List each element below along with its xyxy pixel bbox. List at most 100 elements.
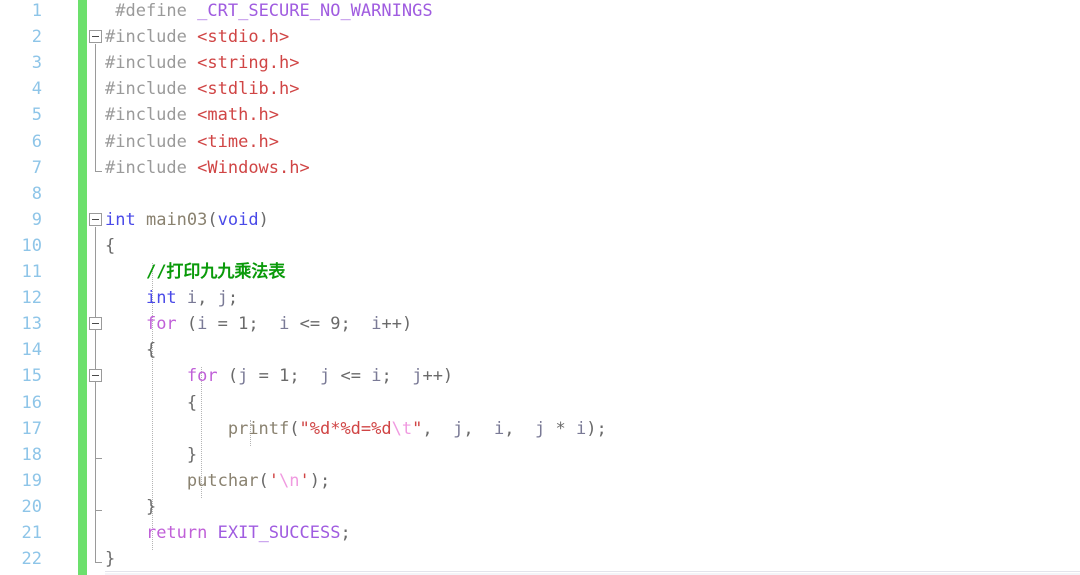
line-number: 15 <box>21 366 42 387</box>
code-line[interactable]: } <box>105 442 1080 468</box>
line-number: 19 <box>21 470 42 491</box>
code-line[interactable]: #include <math.h> <box>105 102 1080 128</box>
code-token-number: 1 <box>279 366 290 387</box>
code-line[interactable]: } <box>105 494 1080 520</box>
code-token-punct: ); <box>586 418 607 439</box>
code-token-punct: ; <box>248 314 280 335</box>
code-token-string: ' <box>299 470 310 491</box>
code-token-ident: j <box>535 418 546 439</box>
code-token-func: main03 <box>145 209 208 230</box>
code-token-pre: #include <box>105 157 187 178</box>
line-number: 9 <box>31 209 42 230</box>
line-number: 6 <box>31 131 42 152</box>
code-token-ident: i <box>371 314 382 335</box>
code-line[interactable]: //打印九九乘法表 <box>105 259 1080 285</box>
code-token-punct: = <box>207 314 239 335</box>
code-line[interactable]: int main03(void) <box>105 207 1080 233</box>
fold-region-end-tick <box>95 170 102 172</box>
line-number: 16 <box>21 392 42 413</box>
code-editor-view[interactable]: 1 2 3 4 5 6 7 8 9 10 11 12 13 14 15 16 17 18 19 20 21 22 #def… <box>0 0 1080 575</box>
code-line[interactable]: return EXIT_SUCCESS; <box>105 520 1080 546</box>
code-token-ident: i <box>186 288 198 309</box>
code-token-ident: j <box>217 288 228 309</box>
code-token-ident: i <box>371 366 382 387</box>
code-line[interactable]: { <box>105 233 1080 259</box>
line-number: 1 <box>31 1 42 21</box>
code-line[interactable]: int i, j; <box>105 285 1080 311</box>
fold-region-end-tick <box>95 562 102 564</box>
code-text-area[interactable]: #define _CRT_SECURE_NO_WARNINGS #include … <box>105 0 1080 575</box>
code-token-punct: ; <box>340 523 351 543</box>
code-token-punct: * <box>545 418 576 439</box>
code-token-punct: , <box>463 418 495 439</box>
code-line[interactable]: #include <stdio.h> <box>105 24 1080 50</box>
code-token-brace: } <box>145 496 157 517</box>
code-line[interactable]: #define _CRT_SECURE_NO_WARNINGS <box>105 0 1080 24</box>
line-number: 18 <box>21 444 42 465</box>
code-line[interactable]: for (j = 1; j <= i; j++) <box>105 363 1080 389</box>
code-token-pre: #include <box>105 53 187 74</box>
code-token-macro: _CRT_SECURE_NO_WARNINGS <box>197 1 433 21</box>
code-token-ident: j <box>238 366 249 387</box>
fold-toggle-function-main03[interactable] <box>89 212 102 226</box>
fold-toggle-include-block[interactable] <box>89 30 102 44</box>
fold-toggle-for-loop-inner[interactable] <box>89 369 102 383</box>
code-token-punct: ++) <box>422 366 454 387</box>
code-line[interactable]: #include <stdlib.h> <box>105 76 1080 102</box>
line-number: 12 <box>21 288 42 309</box>
fold-region-end-tick <box>95 510 102 512</box>
code-token-brace: { <box>186 392 198 413</box>
line-number-gutter: 1 2 3 4 5 6 7 8 9 10 11 12 13 14 15 16 17 18 19 20 21 22 <box>0 0 76 575</box>
code-line[interactable]: putchar('\n'); <box>105 468 1080 494</box>
line-number: 11 <box>21 262 42 282</box>
code-token-number: 1 <box>238 314 249 335</box>
code-line[interactable] <box>105 181 1080 207</box>
code-token-punct: ); <box>309 470 331 491</box>
code-line[interactable]: { <box>105 390 1080 416</box>
code-token-include: <time.h> <box>197 131 280 152</box>
change-indicator-bar <box>78 0 87 575</box>
line-number: 2 <box>31 27 42 48</box>
code-token-ident: i <box>575 418 587 439</box>
code-token-include: <Windows.h> <box>197 157 310 178</box>
code-line[interactable]: } <box>105 546 1080 572</box>
line-number: 22 <box>21 549 42 570</box>
code-line[interactable]: { <box>105 337 1080 363</box>
code-line[interactable]: for (i = 1; i <= 9; i++) <box>105 311 1080 337</box>
code-line[interactable]: printf("%d*%d=%d\t", j, i, j * i); <box>105 416 1080 442</box>
code-token-string: " <box>412 418 423 439</box>
fold-toggle-for-loop-outer[interactable] <box>89 317 102 331</box>
code-token-punct: , <box>504 418 536 439</box>
code-line[interactable]: #include <Windows.h> <box>105 155 1080 181</box>
line-number: 3 <box>31 53 42 74</box>
code-token-escape: \n <box>279 470 300 491</box>
code-token-macro: EXIT_SUCCESS <box>217 523 341 543</box>
code-token-punct: , <box>197 288 208 309</box>
line-number: 13 <box>21 314 42 335</box>
code-token-escape: \t <box>391 418 413 439</box>
code-token-comment: //打印九九乘法表 <box>145 262 286 282</box>
code-folding-margin[interactable] <box>87 0 105 575</box>
code-token-pre: #include <box>105 131 187 152</box>
code-token-pre: #include <box>105 27 187 48</box>
code-token-punct: ; <box>340 314 372 335</box>
fold-region-end-tick <box>95 457 102 459</box>
code-token-ident: j <box>320 366 331 387</box>
code-line[interactable]: #include <string.h> <box>105 50 1080 76</box>
line-number: 17 <box>21 418 42 439</box>
code-token-punct: , <box>422 418 454 439</box>
line-number: 10 <box>21 235 42 256</box>
code-line[interactable]: #include <time.h> <box>105 129 1080 155</box>
editor-bottom-divider <box>105 571 1080 572</box>
